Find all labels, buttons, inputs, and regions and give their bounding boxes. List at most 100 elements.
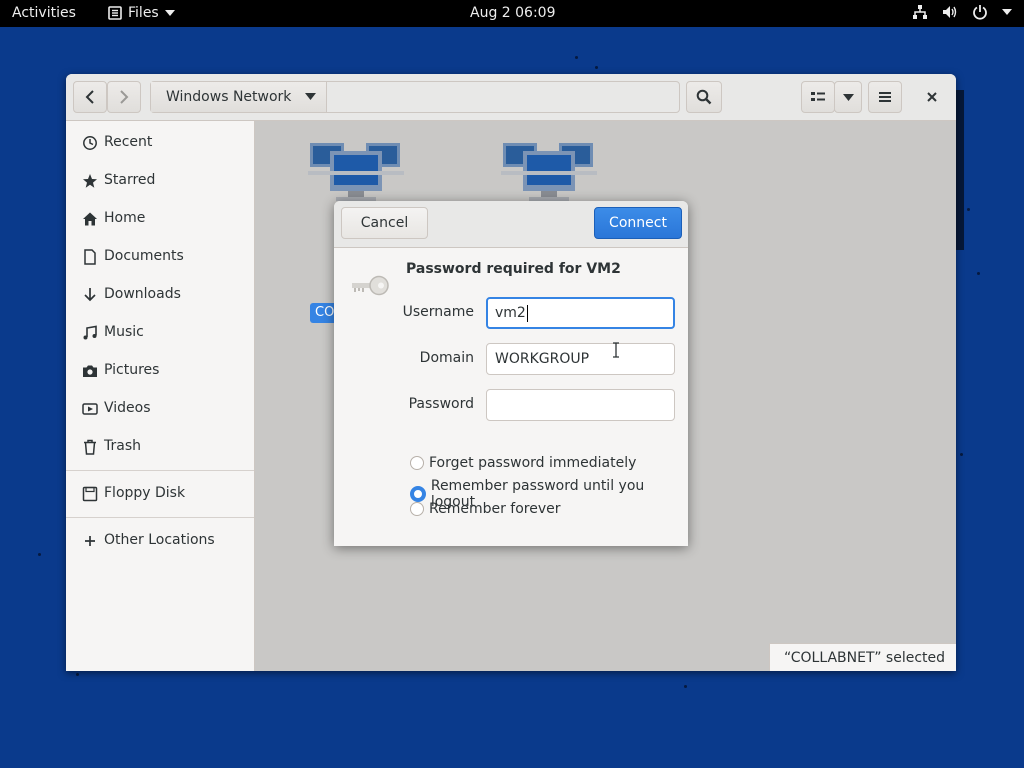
cancel-button[interactable]: Cancel bbox=[341, 207, 428, 239]
header-bar: Windows Network bbox=[66, 74, 956, 121]
path-crumb-label: Windows Network bbox=[166, 89, 292, 105]
chevron-right-icon bbox=[120, 90, 129, 104]
sidebar-item-trash[interactable]: Trash bbox=[66, 428, 254, 466]
path-crumb-windows-network[interactable]: Windows Network bbox=[151, 82, 327, 112]
radio-button[interactable] bbox=[410, 502, 424, 516]
trash-icon bbox=[84, 439, 96, 455]
window-shadow bbox=[956, 90, 964, 250]
radio-forget-immediately[interactable]: Forget password immediately bbox=[410, 455, 636, 471]
desktop-speck bbox=[977, 272, 980, 275]
sidebar-item-label: Home bbox=[104, 210, 146, 226]
system-tray[interactable] bbox=[912, 4, 1012, 20]
sidebar-item-label: Starred bbox=[104, 172, 156, 188]
top-bar: Activities Files Aug 2 06:09 bbox=[0, 0, 1024, 27]
radio-button[interactable] bbox=[410, 456, 424, 470]
chevron-down-icon bbox=[305, 93, 316, 100]
radio-remember-forever[interactable]: Remember forever bbox=[410, 501, 561, 517]
sidebar-separator bbox=[66, 470, 254, 471]
ibeam-cursor-icon bbox=[613, 342, 619, 358]
sidebar-item-home[interactable]: Home bbox=[66, 200, 254, 238]
radio-label: Forget password immediately bbox=[429, 455, 637, 471]
connect-button[interactable]: Connect bbox=[594, 207, 682, 239]
clock[interactable]: Aug 2 06:09 bbox=[470, 5, 556, 21]
desktop-speck bbox=[960, 453, 963, 456]
sidebar-item-downloads[interactable]: Downloads bbox=[66, 276, 254, 314]
sidebar-item-label: Other Locations bbox=[104, 532, 215, 548]
desktop-speck bbox=[595, 66, 598, 69]
sidebar-item-label: Documents bbox=[104, 248, 184, 264]
sidebar-item-label: Music bbox=[104, 324, 144, 340]
password-label: Password bbox=[408, 396, 474, 412]
view-options-button[interactable] bbox=[834, 81, 862, 113]
chevron-left-icon bbox=[85, 90, 94, 104]
volume-icon bbox=[943, 6, 957, 18]
camera-icon bbox=[83, 365, 97, 377]
sidebar-item-starred[interactable]: Starred bbox=[66, 162, 254, 200]
star-icon bbox=[83, 174, 97, 188]
back-button[interactable] bbox=[73, 81, 107, 113]
username-value: vm2 bbox=[495, 305, 526, 321]
power-icon bbox=[973, 5, 987, 20]
sidebar-item-label: Recent bbox=[104, 134, 153, 150]
menu-button[interactable] bbox=[868, 81, 902, 113]
key-icon bbox=[352, 275, 389, 296]
clock-icon bbox=[83, 136, 97, 150]
domain-label: Domain bbox=[419, 350, 474, 366]
download-icon bbox=[84, 288, 96, 302]
sidebar-item-label: Trash bbox=[104, 438, 141, 454]
view-toggle-button[interactable] bbox=[801, 81, 835, 113]
sidebar-separator bbox=[66, 517, 254, 518]
domain-field[interactable]: WORKGROUP bbox=[486, 343, 675, 375]
domain-value: WORKGROUP bbox=[495, 351, 590, 367]
plus-icon bbox=[85, 536, 95, 546]
activities-button[interactable]: Activities bbox=[12, 5, 76, 21]
text-cursor bbox=[526, 304, 528, 322]
path-bar[interactable]: Windows Network bbox=[150, 81, 680, 113]
sidebar-item-pictures[interactable]: Pictures bbox=[66, 352, 254, 390]
sidebar-item-floppy-disk[interactable]: Floppy Disk bbox=[66, 475, 254, 513]
sidebar-item-recent[interactable]: Recent bbox=[66, 124, 254, 162]
search-icon bbox=[696, 89, 712, 105]
document-icon bbox=[84, 249, 96, 265]
chevron-down-icon bbox=[1002, 9, 1012, 15]
radio-label: Remember forever bbox=[429, 501, 561, 517]
forward-button[interactable] bbox=[107, 81, 141, 113]
username-field[interactable]: vm2 bbox=[486, 297, 675, 329]
app-menu-label: Files bbox=[128, 5, 159, 21]
password-field[interactable] bbox=[486, 389, 675, 421]
desktop-speck bbox=[38, 553, 41, 556]
desktop-speck bbox=[967, 208, 970, 211]
network-icon bbox=[913, 5, 927, 19]
chevron-down-icon bbox=[164, 10, 175, 16]
sidebar-item-other-locations[interactable]: Other Locations bbox=[66, 522, 254, 560]
floppy-icon bbox=[82, 486, 98, 502]
sidebar-item-videos[interactable]: Videos bbox=[66, 390, 254, 428]
music-icon bbox=[83, 325, 97, 340]
status-bar: “COLLABNET” selected bbox=[769, 643, 956, 671]
password-dialog: Cancel Connect Password required for VM2… bbox=[334, 201, 688, 546]
sidebar-item-label: Pictures bbox=[104, 362, 160, 378]
dialog-header: Cancel Connect bbox=[334, 201, 688, 248]
dialog-title: Password required for VM2 bbox=[406, 261, 621, 277]
close-button[interactable] bbox=[916, 81, 948, 113]
app-menu[interactable]: Files bbox=[108, 5, 175, 21]
chevron-down-icon bbox=[842, 93, 854, 101]
sidebar-item-label: Floppy Disk bbox=[104, 485, 186, 501]
desktop-speck bbox=[684, 685, 687, 688]
desktop-speck bbox=[575, 56, 578, 59]
sidebar-item-label: Downloads bbox=[104, 286, 181, 302]
files-app-icon bbox=[108, 6, 122, 20]
desktop-speck bbox=[76, 673, 79, 676]
hamburger-icon bbox=[879, 92, 891, 102]
sidebar-item-documents[interactable]: Documents bbox=[66, 238, 254, 276]
username-label: Username bbox=[402, 304, 474, 320]
radio-button[interactable] bbox=[410, 486, 426, 502]
sidebar-item-music[interactable]: Music bbox=[66, 314, 254, 352]
search-button[interactable] bbox=[686, 81, 722, 113]
home-icon bbox=[83, 212, 97, 226]
sidebar: Recent Starred Home Documents Downloads … bbox=[66, 121, 255, 671]
sidebar-item-label: Videos bbox=[104, 400, 151, 416]
close-icon bbox=[927, 92, 937, 102]
video-icon bbox=[82, 403, 98, 415]
list-view-icon bbox=[811, 92, 825, 101]
